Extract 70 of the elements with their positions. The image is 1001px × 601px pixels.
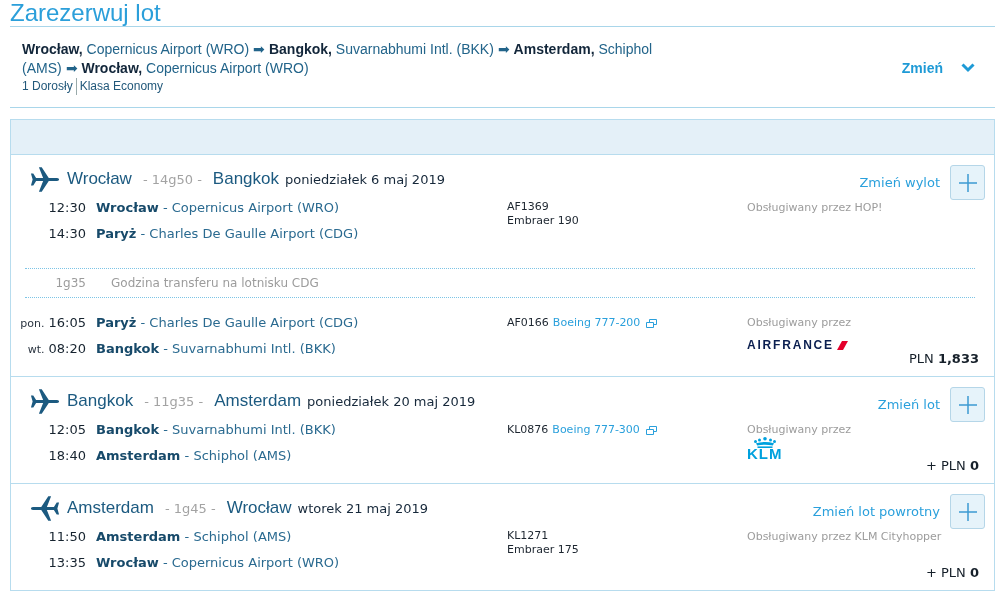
plus-icon xyxy=(958,395,977,414)
airport-name: Amsterdam - Schiphol (AMS) xyxy=(96,448,292,464)
plus-icon xyxy=(958,502,977,521)
flight-date: poniedziałek 6 maj 2019 xyxy=(285,171,445,187)
aircraft-link[interactable]: Boeing 777-300 xyxy=(552,422,640,438)
airplane-icon xyxy=(30,494,60,522)
operator-text: Obsługiwany przez xyxy=(747,315,852,331)
price: + PLN 0 xyxy=(926,458,979,474)
expand-button[interactable] xyxy=(950,387,985,422)
flight-number: AF1369 xyxy=(507,200,549,214)
change-search-button[interactable]: Zmień xyxy=(901,59,975,76)
flight-duration: - 14g50 - xyxy=(142,171,202,187)
price: PLN 1,833 xyxy=(908,351,979,367)
airport-name: Amsterdam - Schiphol (AMS) xyxy=(96,529,292,545)
price: + PLN 0 xyxy=(926,565,979,581)
airplane-icon xyxy=(30,387,60,415)
airport-name: Wrocław - Copernicus Airport (WRO) xyxy=(96,200,340,216)
airline-wordmark: KLM xyxy=(747,448,783,459)
operator-text: Obsługiwany przez xyxy=(747,422,852,438)
crown-icon xyxy=(753,437,776,448)
destination-city: Wrocław xyxy=(226,498,292,518)
expand-button[interactable] xyxy=(950,165,985,200)
origin-city: Amsterdam xyxy=(67,498,154,518)
flight-date: poniedziałek 20 maj 2019 xyxy=(307,393,476,409)
change-flight-link[interactable]: Zmień lot powrotny xyxy=(812,504,940,519)
arrival-time: 14:30 xyxy=(48,226,86,241)
operator-text: Obsługiwany przez HOP! xyxy=(747,200,883,216)
plus-icon xyxy=(958,173,977,192)
operator-text: Obsługiwany przez KLM Cityhopper xyxy=(747,529,942,545)
airport-name: Bangkok - Suvarnabhumi Intl. (BKK) xyxy=(96,341,336,357)
destination-city: Amsterdam xyxy=(214,391,302,411)
page-title: Zarezerwuj lot xyxy=(10,0,161,26)
departure-time: 12:30 xyxy=(48,200,86,215)
weekday: pon. xyxy=(20,317,45,330)
aircraft-link[interactable]: Boeing 777-200 xyxy=(552,315,641,331)
change-flight-link[interactable]: Zmień lot xyxy=(877,397,940,412)
origin-city: Wrocław xyxy=(67,169,132,189)
transfer-duration: 1g35 xyxy=(54,275,86,291)
airport-name: Paryż - Charles De Gaulle Airport (CDG) xyxy=(96,315,359,331)
flight-duration: - 1g45 - xyxy=(164,500,216,516)
new-window-icon xyxy=(645,425,657,435)
airport-name: Wrocław - Copernicus Airport (WRO) xyxy=(96,555,340,571)
weekday: wt. xyxy=(27,343,45,356)
airport-name: Paryż - Charles De Gaulle Airport (CDG) xyxy=(96,226,359,242)
departure-time: 12:05 xyxy=(48,422,86,437)
aircraft-type: Embraer 175 xyxy=(507,543,579,557)
departure-time: 16:05 xyxy=(48,315,86,330)
arrival-time: 13:35 xyxy=(48,555,86,570)
aircraft-type: Embraer 190 xyxy=(507,214,579,228)
flight-number: KL1271 xyxy=(507,529,549,543)
flight-duration: - 11g35 - xyxy=(144,393,204,409)
departure-time: 11:50 xyxy=(48,529,86,544)
flight-number: AF0166 xyxy=(507,315,549,331)
airplane-icon xyxy=(30,165,60,193)
destination-city: Bangkok xyxy=(212,169,280,189)
new-window-icon xyxy=(646,318,658,328)
flight-date: wtorek 21 maj 2019 xyxy=(297,500,429,516)
change-flight-link[interactable]: Zmień wylot xyxy=(859,175,940,190)
passenger-count: 1 Dorosły xyxy=(22,78,73,95)
cabin-class: Klasa Economy xyxy=(75,78,164,95)
expand-button[interactable] xyxy=(950,494,985,529)
flight-number: KL0876 xyxy=(507,422,549,438)
transfer-text: Godzina transferu na lotnisku CDG xyxy=(111,275,319,291)
arrival-time: 18:40 xyxy=(48,448,86,463)
origin-city: Bangkok xyxy=(67,391,134,411)
airline-wordmark: AIRFRANCE xyxy=(747,339,834,351)
airport-name: Bangkok - Suvarnabhumi Intl. (BKK) xyxy=(96,422,336,438)
route-summary: Wrocław, Copernicus Airport (WRO) ➡ Bangkok, Suvarnabhumi Intl. (BKK) ➡ Amsterdam, Schiphol (AMS) ➡ Wrocław, Copernicus Airport (WRO) xyxy=(22,40,654,78)
slash-icon xyxy=(836,340,848,350)
arrival-time: 08:20 xyxy=(48,341,86,356)
